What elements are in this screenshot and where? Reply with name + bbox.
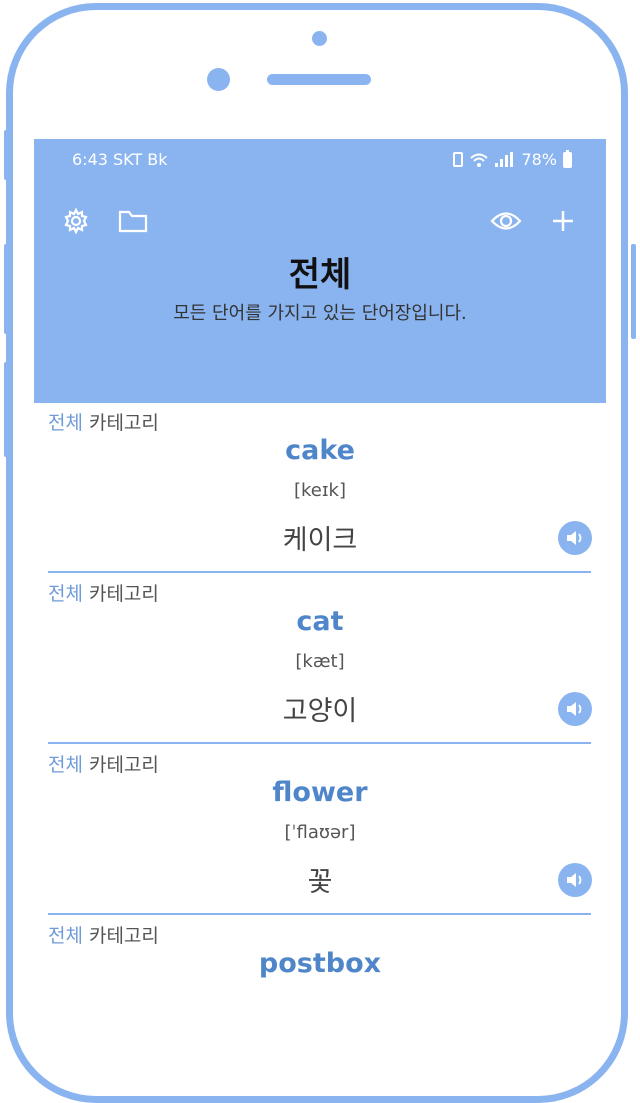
folder-icon[interactable] <box>117 205 149 237</box>
vibrate-icon <box>453 152 464 167</box>
divider <box>48 742 591 744</box>
meaning-text: 케이크 <box>282 525 358 556</box>
add-icon[interactable] <box>547 205 579 237</box>
category-all[interactable]: 전체 <box>48 583 83 605</box>
category-label: 카테고리 <box>88 412 159 434</box>
word-text: flower <box>272 777 368 808</box>
wifi-icon <box>470 153 489 167</box>
word-card[interactable]: 전체 카테고리 flower [ˈflaʊər] 꽃 <box>34 745 606 916</box>
category-tag: 전체 카테고리 <box>48 750 159 777</box>
proximity-sensor <box>207 68 230 91</box>
app-screen: 6:43 SKT Bk 78% 전체 모든 단어를 가지고 있는 단어장입니다.… <box>34 139 606 1000</box>
speaker-icon[interactable] <box>558 863 592 897</box>
category-all[interactable]: 전체 <box>48 925 83 947</box>
page-title: 전체 <box>288 255 352 295</box>
category-tag: 전체 카테고리 <box>48 408 159 435</box>
phonetic-text: [ˈflaʊər] <box>284 822 356 843</box>
word-card[interactable]: 전체 카테고리 postbox <box>34 916 606 1000</box>
category-label: 카테고리 <box>88 583 159 605</box>
status-icons: 78% <box>453 149 572 169</box>
category-all[interactable]: 전체 <box>48 412 83 434</box>
speaker-icon[interactable] <box>558 692 592 726</box>
battery-percent: 78% <box>521 150 557 169</box>
phone-side-button <box>631 244 636 339</box>
divider <box>48 913 591 915</box>
category-label: 카테고리 <box>88 925 159 947</box>
front-camera <box>312 31 327 46</box>
earpiece-speaker <box>267 74 371 85</box>
eye-icon[interactable] <box>490 205 522 237</box>
word-card[interactable]: 전체 카테고리 cake [keɪk] 케이크 <box>34 403 606 574</box>
meaning-text: 고양이 <box>282 696 358 727</box>
category-tag: 전체 카테고리 <box>48 579 159 606</box>
category-all[interactable]: 전체 <box>48 754 83 776</box>
word-card[interactable]: 전체 카테고리 cat [kæt] 고양이 <box>34 574 606 745</box>
settings-gear-icon[interactable] <box>60 205 92 237</box>
word-text: cake <box>285 435 355 466</box>
word-text: postbox <box>258 948 382 979</box>
phonetic-text: [keɪk] <box>293 480 346 501</box>
phone-side-button <box>4 130 9 180</box>
divider <box>48 571 591 573</box>
speaker-icon[interactable] <box>558 521 592 555</box>
phonetic-text: [kæt] <box>295 651 345 672</box>
category-label: 카테고리 <box>88 754 159 776</box>
signal-icon <box>495 152 515 167</box>
word-text: cat <box>296 606 344 637</box>
battery-icon <box>563 149 572 168</box>
category-tag: 전체 카테고리 <box>48 921 159 948</box>
phone-side-button <box>4 244 9 334</box>
phone-side-button <box>4 362 9 457</box>
status-time: 6:43 SKT Bk <box>72 150 168 169</box>
app-header: 6:43 SKT Bk 78% 전체 모든 단어를 가지고 있는 단어장입니다. <box>34 139 606 403</box>
page-subtitle: 모든 단어를 가지고 있는 단어장입니다. <box>173 303 467 324</box>
word-list: 전체 카테고리 cake [keɪk] 케이크 전체 카테고리 cat [kæt] … <box>34 403 606 1000</box>
meaning-text: 꽃 <box>307 867 333 898</box>
